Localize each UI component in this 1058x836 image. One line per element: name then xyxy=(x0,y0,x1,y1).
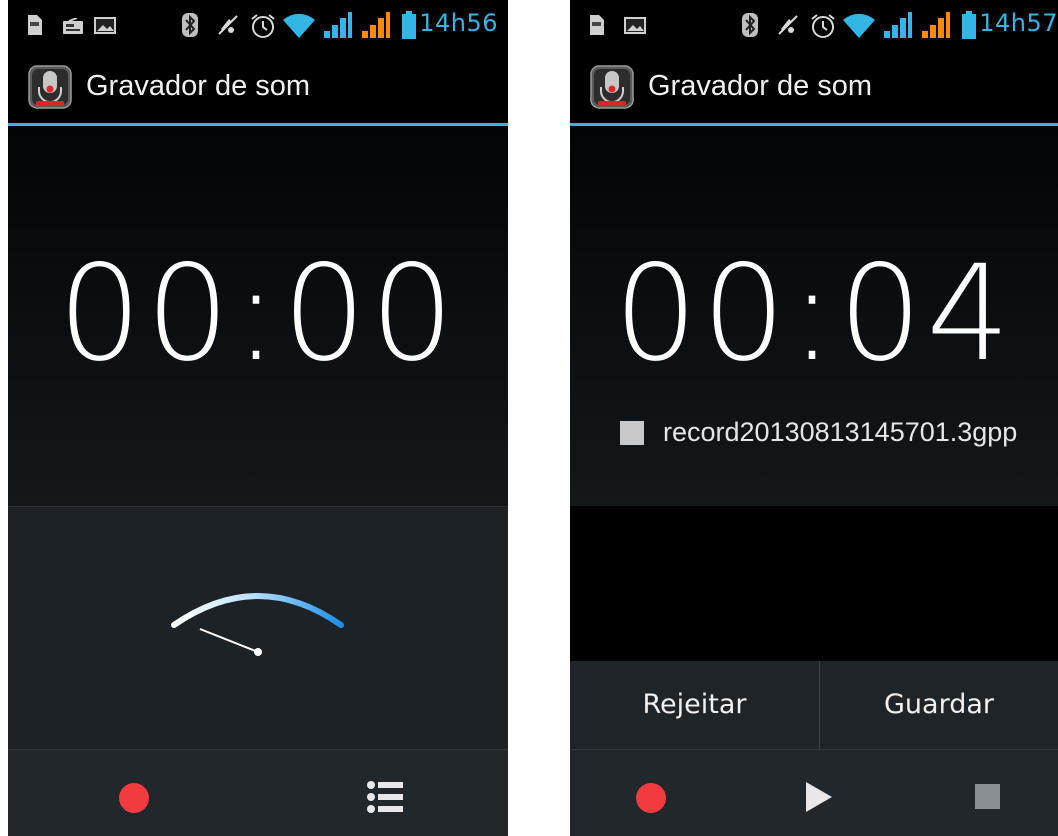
status-bar: 14h57 xyxy=(570,0,1058,50)
vu-meter xyxy=(171,593,344,656)
record-button[interactable] xyxy=(119,783,149,813)
wifi-icon xyxy=(843,13,875,38)
bottom-control-bar xyxy=(8,749,508,836)
discard-button[interactable]: Rejeitar xyxy=(570,661,819,749)
vu-meter-area xyxy=(8,506,508,750)
bluetooth-icon xyxy=(182,13,198,37)
app-title: Gravador de som xyxy=(86,70,311,102)
battery-icon xyxy=(962,11,976,39)
action-bar: Gravador de som xyxy=(570,50,1058,123)
microphone-app-icon[interactable] xyxy=(590,65,634,109)
signal-sim2-icon xyxy=(922,12,950,38)
signal-sim2-icon xyxy=(362,12,390,38)
timer-area: 00:04 record20130813145701.3gpp xyxy=(570,126,1058,506)
empty-area xyxy=(570,506,1058,661)
bottom-control-bar xyxy=(570,749,1058,836)
recording-timer: 00:04 xyxy=(613,237,1015,391)
radio-icon xyxy=(63,18,83,34)
microphone-app-icon[interactable] xyxy=(28,65,72,109)
recorder-screen-idle: 14h56 Gravador de som 00:00 xyxy=(8,0,508,836)
sd-card-icon xyxy=(590,15,604,35)
alarm-icon xyxy=(811,14,835,38)
file-state-icon xyxy=(620,421,644,445)
sd-card-icon xyxy=(28,15,42,35)
recorder-screen-recorded: 14h57 Gravador de som 00:04 record201308… xyxy=(570,0,1058,836)
image-icon xyxy=(94,17,116,34)
recordings-list-icon[interactable] xyxy=(367,781,403,813)
wifi-icon xyxy=(283,13,315,38)
save-button[interactable]: Guardar xyxy=(820,661,1058,749)
mute-icon xyxy=(778,15,798,35)
bluetooth-icon xyxy=(742,13,758,37)
status-time: 14h56 xyxy=(419,9,498,37)
play-icon[interactable] xyxy=(806,782,832,812)
action-bar: Gravador de som xyxy=(8,50,508,123)
battery-icon xyxy=(402,11,416,39)
status-time: 14h57 xyxy=(979,9,1058,37)
signal-sim1-icon xyxy=(884,12,912,38)
signal-sim1-icon xyxy=(324,12,352,38)
stop-icon[interactable] xyxy=(975,784,1000,809)
app-title: Gravador de som xyxy=(648,70,873,102)
recording-timer: 00:00 xyxy=(57,237,459,391)
image-icon xyxy=(624,17,646,34)
record-button[interactable] xyxy=(636,783,666,813)
timer-area: 00:00 xyxy=(8,126,508,506)
mute-icon xyxy=(218,15,238,35)
alarm-icon xyxy=(251,14,275,38)
vu-needle xyxy=(199,628,259,653)
file-name: record20130813145701.3gpp xyxy=(663,417,1018,447)
status-bar: 14h56 xyxy=(8,0,508,50)
save-discard-bar: Rejeitar Guardar xyxy=(570,661,1058,749)
